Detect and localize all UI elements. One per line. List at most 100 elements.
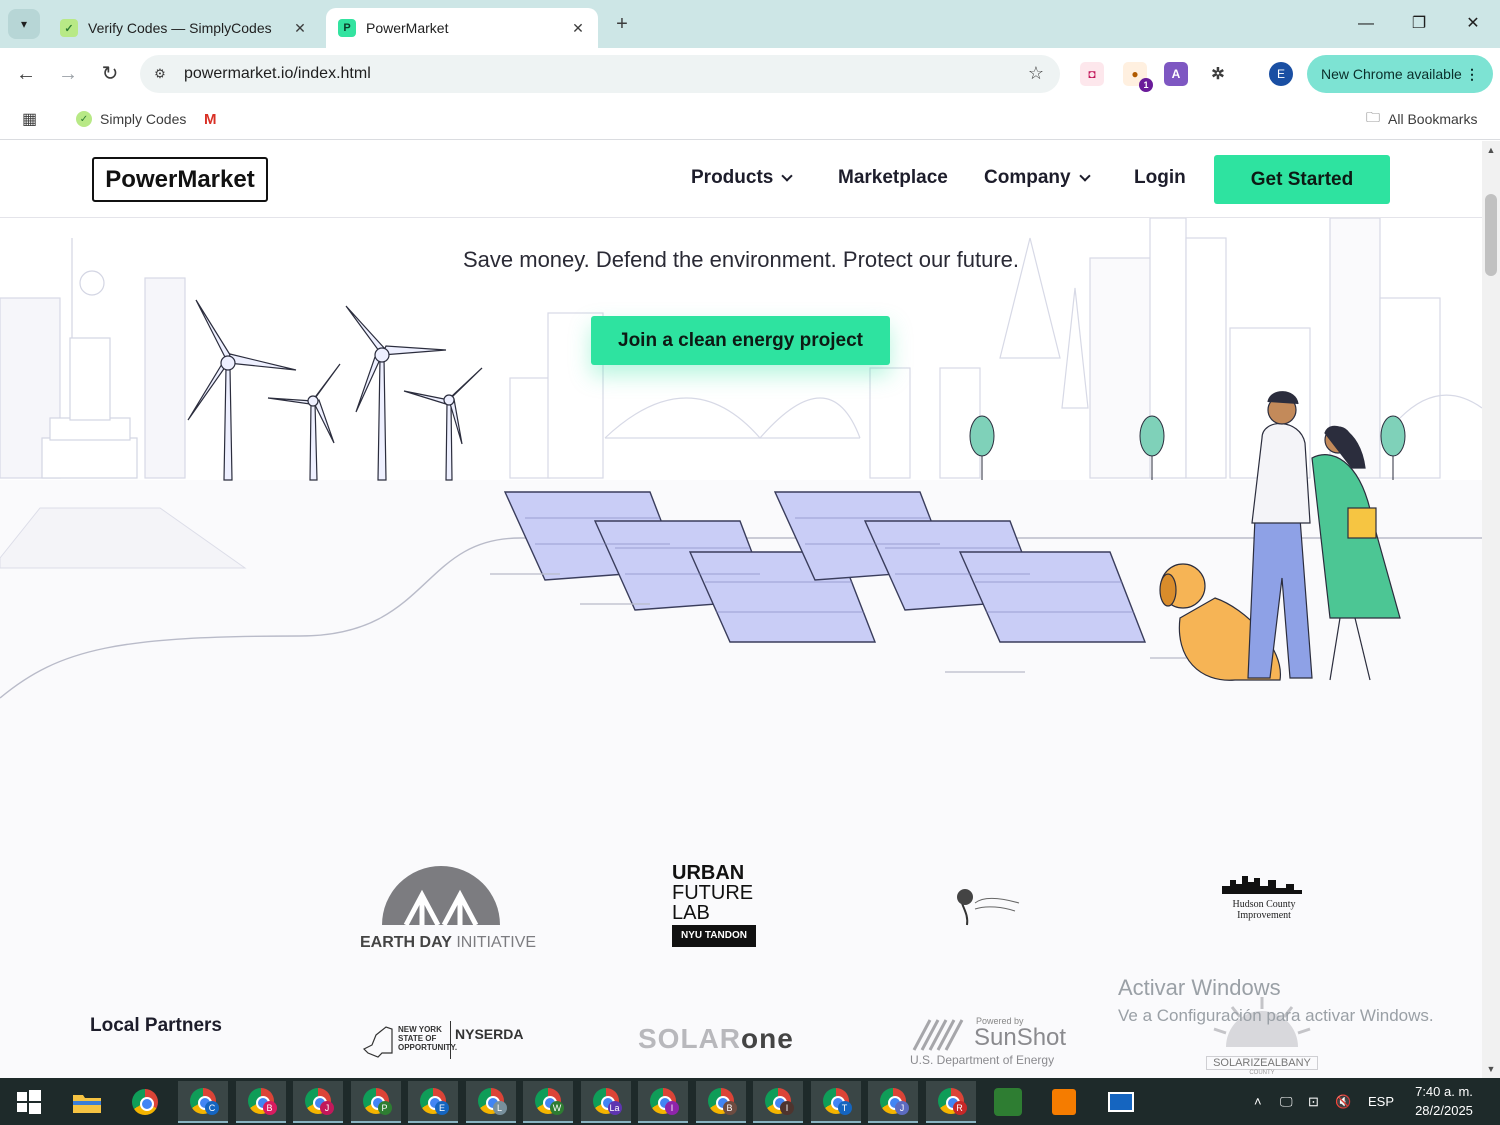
extension-cookie-icon[interactable]: ● 1 — [1123, 62, 1153, 92]
community-seal-logo[interactable] — [955, 885, 1023, 927]
apps-grid-icon[interactable]: ▦ — [22, 108, 37, 130]
chrome-profile-taskbar-icon[interactable]: P — [350, 1081, 401, 1123]
close-icon[interactable]: ✕ — [292, 20, 308, 37]
profile-badge: P — [377, 1101, 392, 1115]
chrome-profile-taskbar-icon[interactable]: E — [408, 1081, 458, 1123]
reload-button[interactable]: ↻ — [96, 60, 124, 88]
earth-day-logo[interactable]: EARTH DAY INITIATIVE — [360, 865, 536, 951]
windows-activation-text: Ve a Configuración para activar Windows. — [1118, 1006, 1434, 1025]
nav-marketplace[interactable]: Marketplace — [838, 167, 948, 189]
scroll-down-icon[interactable]: ▼ — [1482, 1064, 1500, 1074]
urban-future-lab-logo[interactable]: URBAN FUTURE LAB NYU TANDON — [672, 863, 762, 947]
chrome-profile-taskbar-icon[interactable]: L — [465, 1081, 516, 1123]
windows-start-icon[interactable] — [4, 1081, 54, 1123]
hudson-line2: Improvement — [1237, 910, 1291, 921]
kebab-menu-icon[interactable]: ⋮ — [1465, 55, 1479, 93]
sunshot-logo[interactable]: Powered by SunShot U.S. Department of En… — [910, 1014, 1070, 1070]
close-window-button[interactable]: ✕ — [1453, 10, 1493, 38]
profile-badge: W — [550, 1101, 564, 1115]
chrome-profile-taskbar-icon[interactable]: B — [235, 1081, 286, 1123]
taskbar-clock[interactable]: 7:40 a. m. 28/2/2025 — [1404, 1082, 1484, 1120]
site-info-icon[interactable]: ⚙ — [150, 64, 170, 84]
local-partners-label: Local Partners — [90, 1015, 222, 1036]
bookmark-simply-codes[interactable]: ✓ Simply Codes — [76, 108, 186, 130]
app-taskbar-icon[interactable] — [983, 1081, 1033, 1123]
minimize-button[interactable]: — — [1346, 10, 1386, 38]
extensions-puzzle-icon[interactable]: ✲ — [1206, 62, 1230, 86]
tab-search-button[interactable]: ▾ — [8, 9, 40, 39]
chrome-profile-taskbar-icon[interactable]: T — [810, 1081, 861, 1123]
address-url[interactable]: powermarket.io/index.html — [184, 65, 371, 83]
get-started-button[interactable]: Get Started — [1214, 155, 1390, 204]
language-indicator[interactable]: ESP — [1368, 1078, 1394, 1125]
nav-login[interactable]: Login — [1134, 167, 1186, 189]
profile-badge: I — [780, 1101, 794, 1115]
restore-button[interactable]: ❐ — [1399, 10, 1439, 38]
forward-button[interactable]: → — [54, 60, 82, 88]
sublime-taskbar-icon[interactable] — [1039, 1081, 1089, 1123]
sunshot-rays-icon — [912, 1019, 964, 1051]
page-scrollbar[interactable]: ▲ ▼ — [1482, 141, 1500, 1078]
chrome-profile-taskbar-icon[interactable]: W — [523, 1081, 573, 1123]
ufl-line3: LAB — [672, 902, 710, 924]
window-taskbar-icon[interactable] — [1096, 1081, 1146, 1123]
solarone-bold: one — [741, 1023, 794, 1054]
nav-company[interactable]: Company — [984, 167, 1091, 189]
profile-badge: J — [895, 1101, 909, 1115]
battery-icon[interactable]: ⊡ — [1308, 1078, 1319, 1125]
extension-icon[interactable]: ◘ — [1080, 62, 1104, 86]
chrome-taskbar-icon[interactable] — [120, 1081, 170, 1123]
hudson-county-logo[interactable]: Hudson County Improvement — [1222, 874, 1306, 921]
chrome-profile-taskbar-icon[interactable]: J — [293, 1081, 343, 1123]
profile-badge: L — [492, 1101, 507, 1115]
ufl-line1: URBAN — [672, 862, 745, 884]
ufl-tag: NYU TANDON — [672, 925, 756, 947]
hudson-skyline-mark — [1222, 876, 1302, 894]
bookmark-star-icon[interactable]: ☆ — [1028, 63, 1044, 84]
page-viewport: PowerMarket Products Marketplace Company… — [0, 141, 1482, 1078]
ufl-line2: FUTURE — [672, 882, 754, 904]
nav-label: Login — [1134, 167, 1186, 188]
new-tab-button[interactable]: + — [608, 12, 636, 38]
ny-state-outline-icon — [362, 1026, 393, 1058]
nyserda-logo[interactable]: NEW YORK STATE OF OPPORTUNITY. NYSERDA — [362, 1021, 523, 1061]
back-button[interactable]: ← — [12, 60, 40, 88]
chrome-profile-taskbar-icon[interactable]: B — [695, 1081, 746, 1123]
address-bar[interactable]: ⚙ powermarket.io/index.html ☆ — [140, 55, 1060, 93]
profile-avatar[interactable]: E — [1269, 62, 1293, 86]
tray-overflow-icon[interactable]: ˄ — [1254, 1078, 1262, 1125]
all-bookmarks-button[interactable]: 🗀 All Bookmarks — [1366, 108, 1477, 130]
clock-time: 7:40 a. m. — [1415, 1084, 1473, 1099]
close-icon[interactable]: ✕ — [570, 20, 586, 37]
chrome-profile-taskbar-icon[interactable]: J — [868, 1081, 918, 1123]
tab-simplycodes[interactable]: ✓ Verify Codes — SimplyCodes ✕ — [48, 8, 320, 48]
hero-tagline: Save money. Defend the environment. Prot… — [462, 247, 1019, 272]
sublime-icon — [1052, 1089, 1076, 1115]
solarone-logo[interactable]: SOLARone — [638, 1023, 794, 1055]
profile-badge: E — [435, 1101, 449, 1115]
tab-strip: ▾ ✓ Verify Codes — SimplyCodes ✕ P Power… — [0, 0, 1500, 48]
join-project-button[interactable]: Join a clean energy project — [591, 316, 890, 365]
volume-muted-icon[interactable]: 🔇 — [1335, 1078, 1351, 1125]
tab-powermarket[interactable]: P PowerMarket ✕ — [326, 8, 598, 48]
extension-a-icon[interactable]: A — [1164, 62, 1188, 86]
nav-products[interactable]: Products — [691, 167, 794, 189]
windows-taskbar: C B J P E L W La I B I T J R ˄ 🖵 ⊡ 🔇 ESP 7:40 a. m. 2… — [0, 1078, 1500, 1125]
chrome-profile-taskbar-icon[interactable]: I — [638, 1081, 688, 1123]
chrome-profile-taskbar-icon[interactable]: I — [753, 1081, 803, 1123]
scroll-up-icon[interactable]: ▲ — [1482, 145, 1500, 155]
network-icon[interactable]: 🖵 — [1280, 1078, 1293, 1125]
scrollbar-thumb[interactable] — [1485, 194, 1497, 276]
chrome-profile-taskbar-icon[interactable]: La — [580, 1081, 631, 1123]
gmail-icon[interactable]: M — [204, 108, 217, 130]
site-logo[interactable]: PowerMarket — [92, 157, 268, 202]
chrome-update-button[interactable]: New Chrome available ⋮ — [1307, 55, 1493, 93]
file-explorer-icon[interactable] — [62, 1081, 112, 1123]
windows-logo-icon — [17, 1090, 41, 1114]
hero-illustration — [0, 218, 1482, 778]
solarize-sub: COUNTY — [1249, 1070, 1275, 1076]
chrome-profile-taskbar-icon[interactable]: R — [925, 1081, 976, 1123]
earth-day-main: EARTH DAY — [360, 934, 452, 951]
chrome-profile-taskbar-icon[interactable]: C — [178, 1081, 228, 1123]
profile-badge: J — [320, 1101, 334, 1115]
